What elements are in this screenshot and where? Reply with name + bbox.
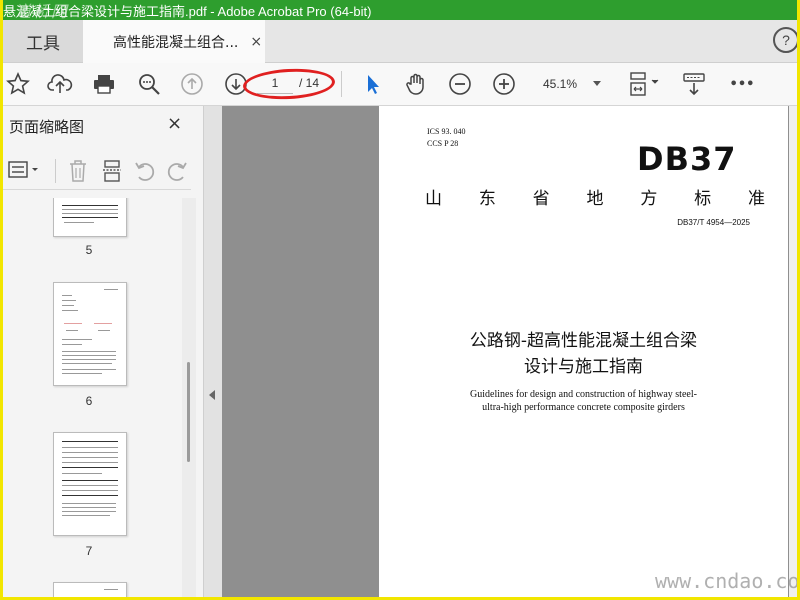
panel-title: 页面缩略图	[9, 118, 85, 136]
thumbnail-label: 6	[85, 394, 93, 408]
heading-char: 方	[640, 189, 658, 209]
more-tools-icon[interactable]: •••	[729, 71, 755, 97]
tab-close-icon[interactable]: ×	[250, 34, 262, 50]
panel-close-icon[interactable]: ×	[167, 113, 182, 134]
rotate-left-icon[interactable]	[133, 159, 157, 187]
watermark-logo: 道桥网	[15, 2, 70, 21]
zoom-out-icon[interactable]	[447, 71, 473, 97]
insert-page-icon[interactable]	[101, 159, 123, 187]
page-thumbnail-7[interactable]	[53, 432, 127, 536]
zoom-in-icon[interactable]	[491, 71, 517, 97]
tab-tools[interactable]: 工具	[3, 20, 83, 62]
pdf-page: ICS 93. 040 CCS P 28 DB37 山 东 省 地 方 标 准 …	[379, 106, 788, 597]
collapse-arrow-icon	[209, 390, 215, 400]
standard-number: DB37/T 4954—2025	[677, 218, 750, 227]
heading-char: 东	[478, 189, 496, 209]
zoom-search-icon[interactable]	[136, 71, 162, 97]
page-thumbnail-5[interactable]	[53, 198, 127, 237]
panel-divider	[55, 159, 56, 183]
title-bar: 悬混凝土组合梁设计与施工指南.pdf - Adobe Acrobat Pro (…	[3, 0, 797, 21]
panel-collapse-handle[interactable]	[204, 106, 222, 597]
thumbnail-panel: 页面缩略图 × 5 6 7	[3, 106, 204, 597]
english-title: Guidelines for design and construction o…	[379, 388, 788, 414]
heading-char: 山	[425, 189, 442, 209]
page-thumbnail-next[interactable]	[53, 582, 127, 597]
ics-code: ICS 93. 040	[427, 127, 466, 136]
title-line: 设计与施工指南	[524, 357, 643, 377]
classification-codes: ICS 93. 040 CCS P 28	[427, 126, 465, 150]
select-cursor-icon[interactable]	[361, 71, 385, 97]
document-scrollbar[interactable]	[789, 106, 797, 597]
standard-mark: DB37	[637, 140, 737, 178]
rotate-right-icon[interactable]	[165, 159, 189, 187]
thumbnail-label: 7	[85, 544, 93, 558]
heading-char: 准	[747, 189, 765, 209]
previous-page-icon[interactable]	[179, 71, 205, 97]
red-annotation-circle	[242, 66, 336, 102]
heading-char: 省	[532, 189, 550, 209]
app-frame: 悬混凝土组合梁设计与施工指南.pdf - Adobe Acrobat Pro (…	[0, 0, 800, 600]
tab-bar: 工具 高性能混凝土组合... × ?	[3, 20, 797, 63]
province-standard-heading: 山 东 省 地 方 标 准	[425, 184, 765, 209]
main-toolbar: / 14 45.1% •••	[3, 63, 797, 106]
print-icon[interactable]	[91, 71, 117, 97]
tab-document-label: 高性能混凝土组合...	[113, 34, 239, 51]
ccs-code: CCS P 28	[427, 139, 459, 148]
thumbnail-label: 5	[85, 243, 93, 257]
zoom-level-select[interactable]: 45.1%	[537, 72, 607, 96]
thumbnail-scroll-thumb[interactable]	[187, 362, 190, 462]
chinese-title: 公路钢-超高性能混凝土组合梁 设计与施工指南	[379, 328, 788, 380]
chevron-down-icon	[593, 81, 601, 86]
panel-toolbar	[3, 151, 191, 190]
hand-tool-icon[interactable]	[403, 71, 429, 97]
toolbar-divider	[341, 71, 342, 97]
heading-char: 地	[586, 189, 604, 209]
delete-page-icon[interactable]	[67, 159, 89, 187]
english-title-line: Guidelines for design and construction o…	[470, 389, 697, 400]
page-fit-icon[interactable]	[623, 71, 663, 97]
tab-document[interactable]: 高性能混凝土组合... ×	[83, 20, 265, 63]
zoom-value: 45.1%	[543, 77, 578, 91]
thumbnail-options-icon[interactable]	[7, 159, 43, 185]
bookmark-star-icon[interactable]	[5, 71, 31, 97]
heading-char: 标	[694, 189, 712, 209]
thumbnail-list: 5 6 7	[3, 198, 181, 597]
help-icon[interactable]: ?	[773, 27, 797, 53]
english-title-line: ultra-high performance concrete composit…	[482, 402, 685, 413]
cloud-upload-icon[interactable]	[47, 71, 73, 97]
watermark-url: www.cndao.com	[655, 569, 800, 593]
keyboard-scroll-icon[interactable]	[681, 71, 707, 97]
title-line: 公路钢-超高性能混凝土组合梁	[469, 331, 698, 351]
tab-tools-label: 工具	[26, 33, 60, 54]
page-thumbnail-6[interactable]	[53, 282, 127, 386]
